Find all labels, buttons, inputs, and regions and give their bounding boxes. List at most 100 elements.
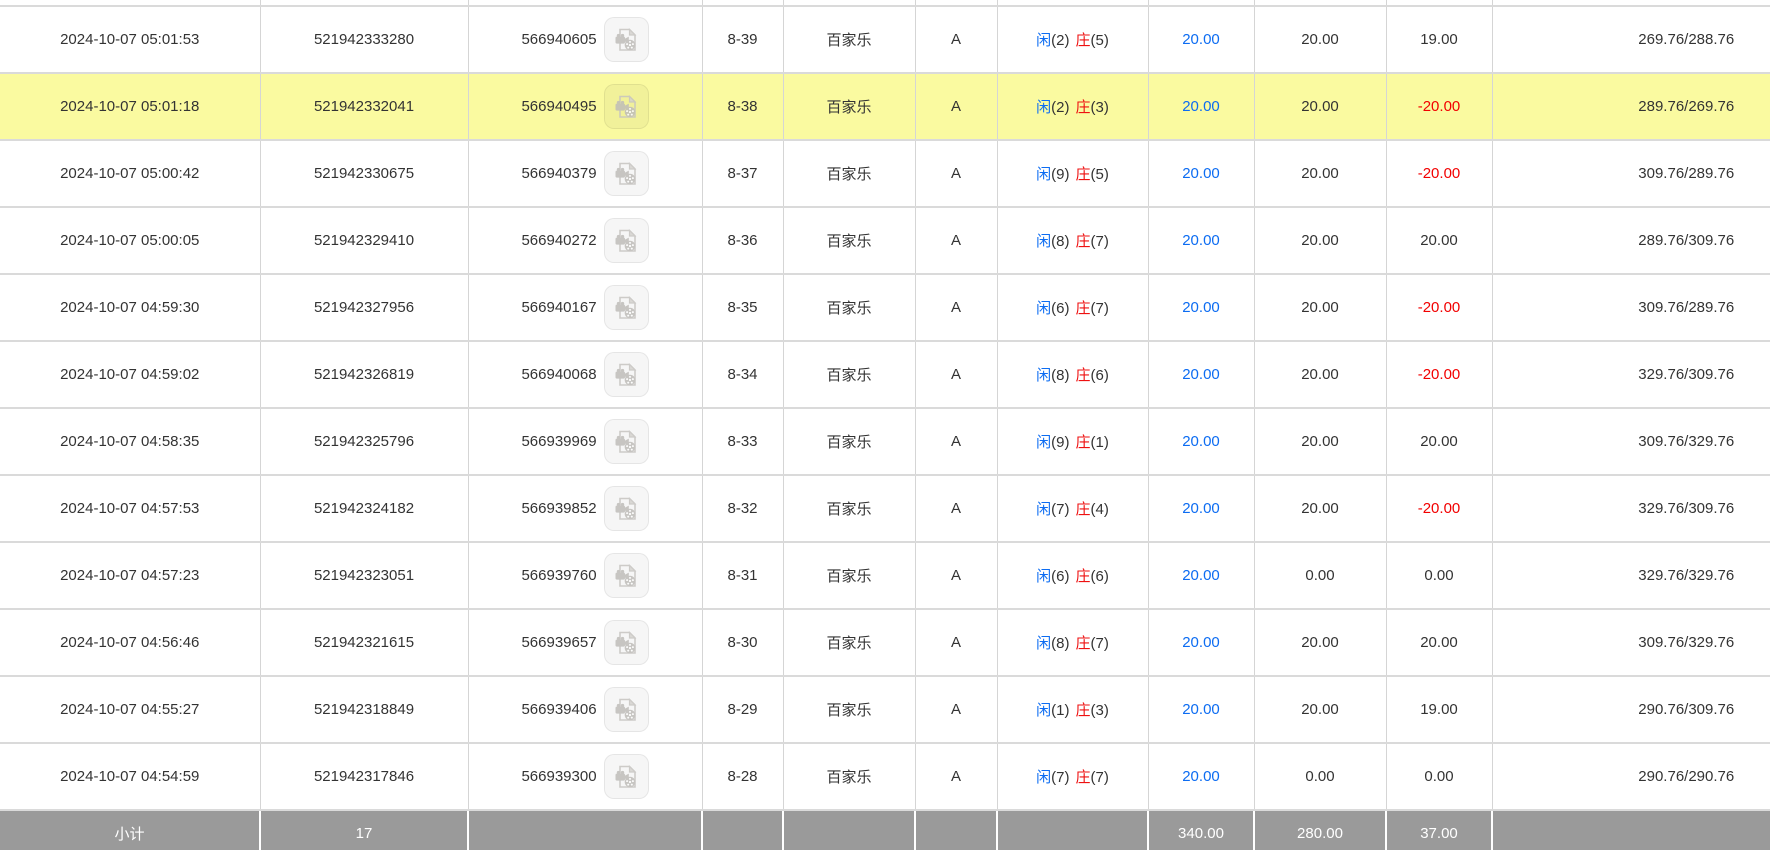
cell-round-id: 566939406 (467, 676, 702, 744)
video-file-icon (615, 228, 637, 252)
video-replay-button[interactable] (603, 352, 649, 397)
cell-win-loss: 20.00 (1385, 207, 1492, 275)
table-row[interactable]: 2024-10-07 05:01:18 521942332041 5669404… (0, 73, 1770, 141)
video-replay-button[interactable] (603, 285, 649, 330)
cell-result: 闲(7) 庄(7) (996, 743, 1148, 811)
table-row[interactable]: 2024-10-07 04:58:35 521942325796 5669399… (0, 408, 1770, 476)
cell-bet-amount: 20.00 (1147, 743, 1254, 811)
result-zhuang-value: (3) (1090, 702, 1109, 719)
video-replay-button[interactable] (603, 218, 649, 263)
table-row[interactable]: 2024-10-07 04:55:27 521942318849 5669394… (0, 676, 1770, 744)
cell-order-id: 521942327956 (259, 274, 468, 342)
result-zhuang-label: 庄 (1075, 99, 1091, 116)
cell-desk: A (914, 743, 997, 811)
cell-win-loss: 0.00 (1385, 542, 1492, 610)
cell-bet-time: 2024-10-07 05:01:18 (0, 73, 260, 141)
cell-game-type: 百家乐 (782, 475, 915, 543)
video-file-icon (615, 94, 637, 118)
table-row[interactable]: 2024-10-07 04:54:59 521942317846 5669393… (0, 743, 1770, 811)
result-xian-label: 闲 (1036, 501, 1052, 518)
cell-balance: 309.76/289.76 (1491, 140, 1770, 208)
round-id-text: 566940605 (521, 31, 597, 48)
cell-result: 闲(2) 庄(3) (996, 73, 1148, 141)
video-replay-button[interactable] (603, 84, 649, 129)
video-replay-button[interactable] (603, 17, 649, 62)
cell-order-id: 521942323051 (259, 542, 468, 610)
table-row[interactable]: 2024-10-07 04:56:46 521942321615 5669396… (0, 609, 1770, 677)
result-zhuang-value: (5) (1090, 32, 1109, 49)
table-row[interactable]: 2024-10-07 05:00:05 521942329410 5669402… (0, 207, 1770, 275)
cell-order-id: 521942326819 (259, 341, 468, 409)
table-row[interactable]: 2024-10-07 04:57:23 521942323051 5669397… (0, 542, 1770, 610)
cell-balance: 290.76/309.76 (1491, 676, 1770, 744)
table-row[interactable]: 2024-10-07 04:57:53 521942324182 5669398… (0, 475, 1770, 543)
cell-table-round: 8-36 (701, 207, 783, 275)
cell-result: 闲(6) 庄(6) (996, 542, 1148, 610)
result-zhuang-label: 庄 (1075, 635, 1091, 652)
result-xian-label: 闲 (1036, 434, 1052, 451)
cell-round-id: 566940605 (467, 6, 702, 74)
footer-empty-cell (782, 810, 915, 850)
result-xian-value: (9) (1051, 434, 1070, 451)
cell-valid-amount: 20.00 (1253, 609, 1386, 677)
round-id-wrap: 566940379 (521, 151, 649, 196)
video-file-icon (615, 563, 637, 587)
cell-bet-amount: 20.00 (1147, 274, 1254, 342)
table-row[interactable]: 2024-10-07 04:59:30 521942327956 5669401… (0, 274, 1770, 342)
cell-order-id: 521942332041 (259, 73, 468, 141)
video-file-icon (615, 764, 637, 788)
result-xian-label: 闲 (1036, 769, 1052, 786)
cell-desk: A (914, 676, 997, 744)
cell-table-round: 8-29 (701, 676, 783, 744)
round-id-wrap: 566939300 (521, 754, 649, 799)
cell-order-id: 521942324182 (259, 475, 468, 543)
cell-desk: A (914, 475, 997, 543)
result-zhuang-value: (1) (1090, 434, 1109, 451)
result-zhuang-value: (7) (1090, 300, 1109, 317)
cell-win-loss: 20.00 (1385, 408, 1492, 476)
cell-balance: 329.76/309.76 (1491, 341, 1770, 409)
footer-winloss-total: 37.00 (1385, 810, 1492, 850)
footer-empty-cell (467, 810, 702, 850)
cell-valid-amount: 20.00 (1253, 475, 1386, 543)
cell-bet-time: 2024-10-07 05:01:53 (0, 6, 260, 74)
result-xian-value: (8) (1051, 367, 1070, 384)
cell-game-type: 百家乐 (782, 743, 915, 811)
cell-game-type: 百家乐 (782, 6, 915, 74)
cell-table-round: 8-37 (701, 140, 783, 208)
result-zhuang-label: 庄 (1075, 166, 1091, 183)
video-replay-button[interactable] (603, 486, 649, 531)
cell-desk: A (914, 207, 997, 275)
cell-game-type: 百家乐 (782, 140, 915, 208)
cell-table-round: 8-39 (701, 6, 783, 74)
footer-empty-cell (1491, 810, 1770, 850)
video-replay-button[interactable] (603, 419, 649, 464)
cell-order-id: 521942329410 (259, 207, 468, 275)
cell-desk: A (914, 341, 997, 409)
cell-bet-time: 2024-10-07 04:56:46 (0, 609, 260, 677)
records-viewport: 2024-10-07 05:01:53 521942333280 5669406… (0, 0, 1770, 850)
cell-desk: A (914, 274, 997, 342)
cell-table-round: 8-35 (701, 274, 783, 342)
cell-bet-amount: 20.00 (1147, 408, 1254, 476)
table-row[interactable]: 2024-10-07 05:00:42 521942330675 5669403… (0, 140, 1770, 208)
cell-bet-time: 2024-10-07 05:00:05 (0, 207, 260, 275)
cell-bet-time: 2024-10-07 04:59:02 (0, 341, 260, 409)
cell-result: 闲(2) 庄(5) (996, 6, 1148, 74)
cell-bet-amount: 20.00 (1147, 676, 1254, 744)
cell-valid-amount: 20.00 (1253, 341, 1386, 409)
video-replay-button[interactable] (603, 754, 649, 799)
cell-round-id: 566939852 (467, 475, 702, 543)
round-id-text: 566940068 (521, 366, 597, 383)
result-xian-label: 闲 (1036, 702, 1052, 719)
round-id-text: 566940272 (521, 232, 597, 249)
video-replay-button[interactable] (603, 553, 649, 598)
video-replay-button[interactable] (603, 687, 649, 732)
table-row[interactable]: 2024-10-07 05:01:53 521942333280 5669406… (0, 6, 1770, 74)
cell-result: 闲(6) 庄(7) (996, 274, 1148, 342)
footer-empty-cell (914, 810, 997, 850)
table-row[interactable]: 2024-10-07 04:59:02 521942326819 5669400… (0, 341, 1770, 409)
video-replay-button[interactable] (603, 151, 649, 196)
round-id-text: 566940495 (521, 98, 597, 115)
video-replay-button[interactable] (603, 620, 649, 665)
